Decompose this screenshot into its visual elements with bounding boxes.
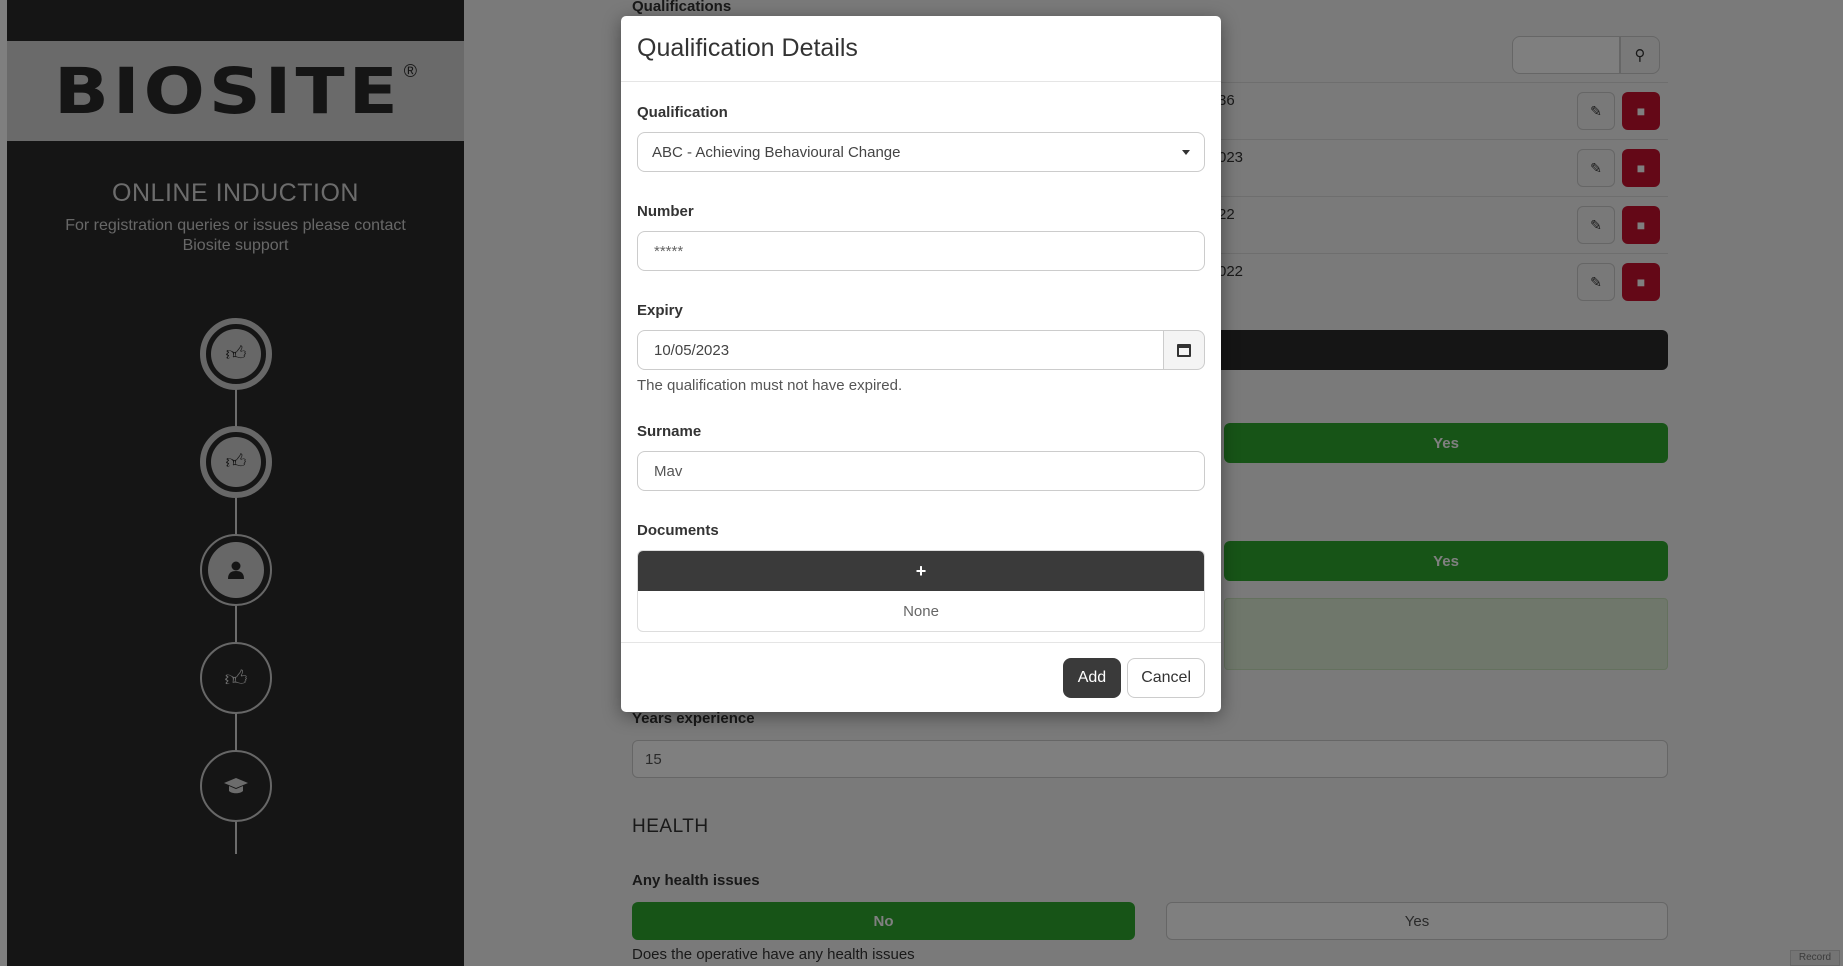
surname-label: Surname — [637, 423, 702, 440]
expiry-date-picker: 10/05/2023 — [637, 330, 1205, 370]
documents-empty-text: None — [903, 602, 939, 620]
surname-input[interactable]: Mav — [637, 451, 1205, 491]
documents-panel: + None — [637, 550, 1205, 632]
modal-footer: Add Cancel — [621, 642, 1221, 712]
calendar-button[interactable] — [1164, 330, 1205, 370]
qualification-details-modal: Qualification Details Qualification ABC … — [621, 16, 1221, 712]
cancel-button[interactable]: Cancel — [1127, 657, 1205, 698]
expiry-help-text: The qualification must not have expired. — [637, 377, 903, 394]
caret-down-icon — [1182, 149, 1190, 155]
plus-icon: + — [915, 560, 927, 581]
qualification-label: Qualification — [637, 104, 728, 121]
number-input[interactable]: ***** — [637, 231, 1205, 271]
modal-body: Qualification ABC - Achieving Behavioura… — [621, 82, 1221, 632]
qualification-select[interactable]: ABC - Achieving Behavioural Change — [637, 132, 1205, 172]
documents-label: Documents — [637, 522, 719, 539]
calendar-icon — [1177, 343, 1191, 357]
expiry-label: Expiry — [637, 302, 683, 319]
number-label: Number — [637, 203, 694, 220]
add-document-button[interactable]: + — [638, 551, 1204, 591]
modal-title: Qualification Details — [637, 34, 858, 62]
expiry-input[interactable]: 10/05/2023 — [637, 330, 1164, 370]
qualification-selected-value: ABC - Achieving Behavioural Change — [652, 143, 901, 161]
modal-header: Qualification Details — [621, 16, 1221, 82]
add-button[interactable]: Add — [1062, 657, 1122, 698]
